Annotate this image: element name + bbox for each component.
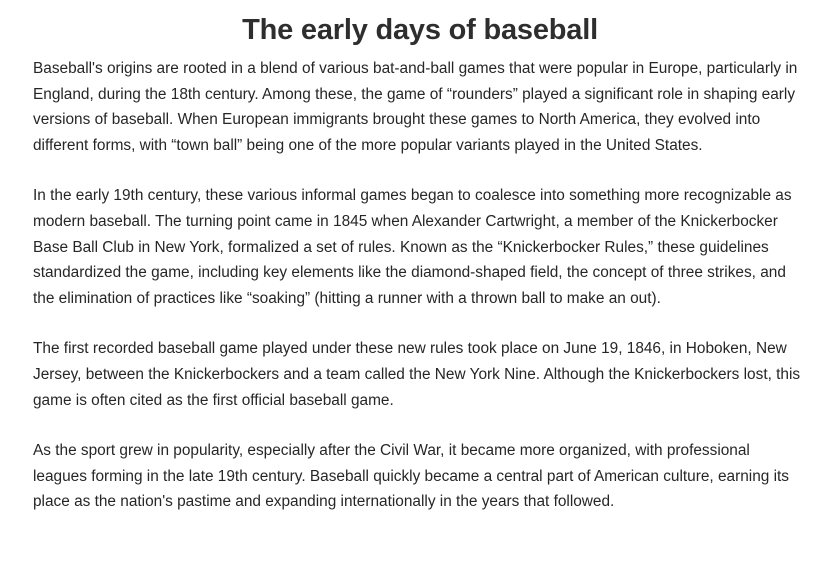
paragraph-growth: As the sport grew in popularity, especia…	[33, 442, 789, 511]
paragraph-origins: Baseball's origins are rooted in a blend…	[33, 60, 798, 154]
page-title: The early days of baseball	[242, 14, 598, 46]
paragraph-first-game: The first recorded baseball game played …	[33, 340, 801, 409]
document-page: The early days of baseball Baseball's or…	[0, 0, 837, 515]
paragraph-knickerbocker-rules: In the early 19th century, these various…	[33, 187, 792, 307]
